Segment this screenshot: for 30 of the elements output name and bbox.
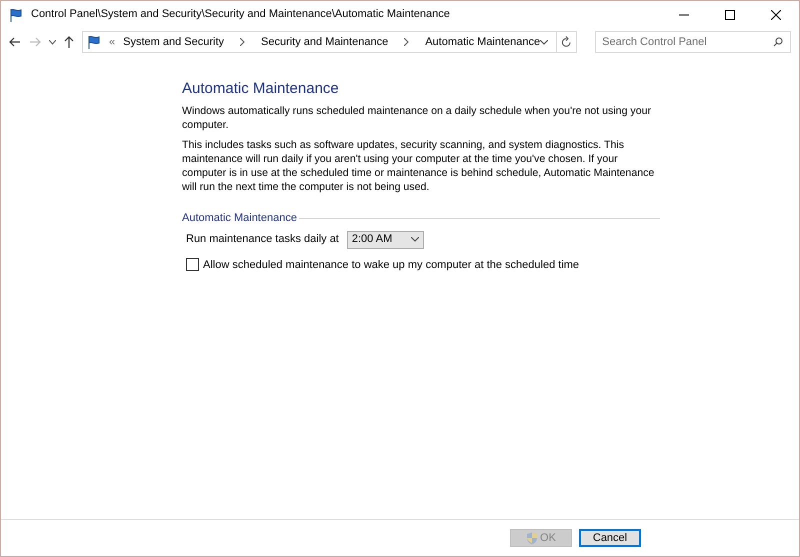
chevron-icon[interactable] [404, 38, 410, 46]
overflow-chevron[interactable]: « [109, 34, 116, 50]
shield-icon [526, 532, 538, 544]
description-text: Windows automatically runs scheduled maintenance on a daily schedule when you're not using your computer. [182, 104, 652, 132]
close-icon [771, 10, 781, 20]
checkbox-label: Allow scheduled maintenance to wake up my computer at the scheduled time [203, 258, 580, 272]
schedule-label: Run maintenance tasks daily at [186, 232, 339, 248]
description-text: This includes tasks such as software updates, security scanning, and system diagnostics. This maintenance will run daily if you aren't using your computer at the time you've chosen. If your computer is in use at the scheduled time or maintenance is behind schedule, Automatic Maintenance will run the next time the computer is not being used. [182, 138, 656, 194]
time-dropdown[interactable]: 2:00 AM [346, 230, 424, 248]
up-button[interactable] [64, 36, 74, 48]
recent-locations-button[interactable] [49, 40, 56, 44]
address-bar[interactable]: « System and Security Security and Maintenance Automatic Maintenance [82, 31, 578, 53]
flag-icon [9, 8, 23, 22]
breadcrumb[interactable]: Security and Maintenance [261, 34, 388, 50]
search-field[interactable]: Search Control Panel [595, 31, 791, 53]
search-icon [773, 37, 783, 47]
dropdown-icon[interactable] [540, 40, 548, 44]
caret-icon [410, 237, 419, 242]
dialog-button[interactable]: Cancel [579, 529, 641, 547]
chevron-icon[interactable] [240, 38, 245, 46]
maximize-icon [725, 10, 735, 20]
refresh-icon[interactable] [561, 36, 572, 48]
wake-checkbox[interactable] [186, 258, 199, 272]
breadcrumb[interactable]: System and Security [123, 34, 224, 50]
flag-icon [87, 35, 101, 49]
breadcrumb[interactable]: Automatic Maintenance [425, 34, 540, 50]
section-heading: Automatic Maintenance [182, 211, 297, 226]
back-button[interactable] [9, 37, 21, 47]
window-title: Control Panel\System and Security\Security and Maintenance\Automatic Maintenance [31, 7, 450, 22]
page-heading: Automatic Maintenance [182, 80, 340, 98]
